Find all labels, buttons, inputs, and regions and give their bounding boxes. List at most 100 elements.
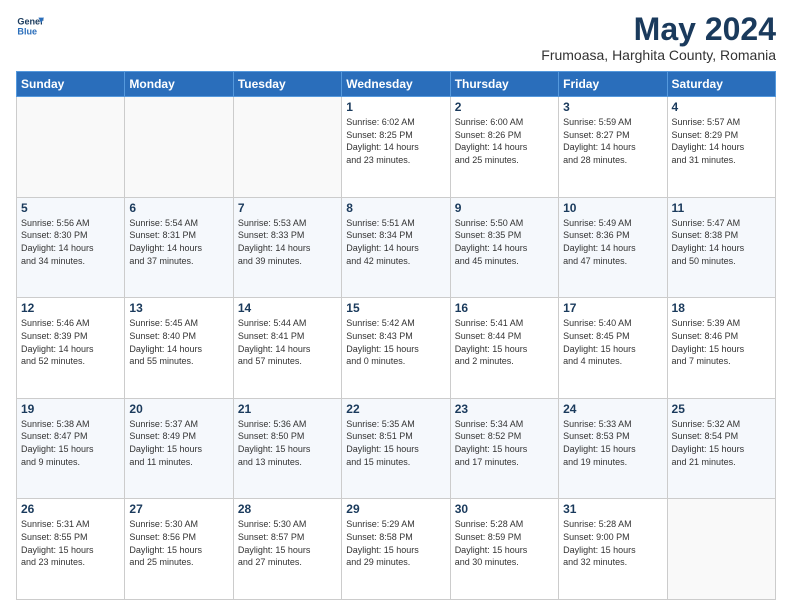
day-info: Sunrise: 6:00 AM Sunset: 8:26 PM Dayligh… <box>455 116 554 166</box>
calendar-cell-w2-d3: 7 Sunrise: 5:53 AM Sunset: 8:33 PM Daylig… <box>233 197 341 298</box>
day-number: 20 <box>129 402 228 416</box>
week-row-5: 26Sunrise: 5:31 AM Sunset: 8:55 PM Dayli… <box>17 499 776 600</box>
logo: General Blue General Blue <box>16 12 44 40</box>
calendar-cell-w4-d5: 23 Sunrise: 5:34 AM Sunset: 8:52 PM Dayli… <box>450 398 558 499</box>
calendar-cell-w2-d6: 10 Sunrise: 5:49 AM Sunset: 8:36 PM Dayli… <box>559 197 667 298</box>
calendar-cell-w1-d2 <box>125 97 233 198</box>
day-number: 15 <box>346 301 445 315</box>
day-number: 25 <box>672 402 771 416</box>
day-info: Sunrise: 5:31 AM Sunset: 8:55 PM Dayligh… <box>21 518 120 568</box>
day-number: 14 <box>238 301 337 315</box>
day-number: 31 <box>563 502 662 516</box>
title-block: May 2024 Frumoasa, Harghita County, Roma… <box>541 12 776 63</box>
day-info: Sunrise: 5:54 AM Sunset: 8:31 PM Dayligh… <box>129 217 228 267</box>
calendar-cell-w1-d3 <box>233 97 341 198</box>
day-number: 8 <box>346 201 445 215</box>
day-info: Sunrise: 5:42 AM Sunset: 8:43 PM Dayligh… <box>346 317 445 367</box>
day-info: Sunrise: 5:53 AM Sunset: 8:33 PM Dayligh… <box>238 217 337 267</box>
calendar-cell-w3-d1: 12Sunrise: 5:46 AM Sunset: 8:39 PM Dayli… <box>17 298 125 399</box>
day-info: Sunrise: 5:38 AM Sunset: 8:47 PM Dayligh… <box>21 418 120 468</box>
page: General Blue General Blue May 2024 Frumo… <box>0 0 792 612</box>
day-number: 12 <box>21 301 120 315</box>
calendar-cell-w4-d7: 25 Sunrise: 5:32 AM Sunset: 8:54 PM Dayli… <box>667 398 775 499</box>
day-info: Sunrise: 5:36 AM Sunset: 8:50 PM Dayligh… <box>238 418 337 468</box>
day-info: Sunrise: 5:32 AM Sunset: 8:54 PM Dayligh… <box>672 418 771 468</box>
calendar-cell-w2-d7: 11 Sunrise: 5:47 AM Sunset: 8:38 PM Dayli… <box>667 197 775 298</box>
day-number: 11 <box>672 201 771 215</box>
day-number: 30 <box>455 502 554 516</box>
day-info: Sunrise: 5:45 AM Sunset: 8:40 PM Dayligh… <box>129 317 228 367</box>
calendar-cell-w4-d6: 24Sunrise: 5:33 AM Sunset: 8:53 PM Dayli… <box>559 398 667 499</box>
day-info: Sunrise: 5:30 AM Sunset: 8:57 PM Dayligh… <box>238 518 337 568</box>
day-number: 23 <box>455 402 554 416</box>
day-number: 7 <box>238 201 337 215</box>
day-number: 24 <box>563 402 662 416</box>
day-info: Sunrise: 5:57 AM Sunset: 8:29 PM Dayligh… <box>672 116 771 166</box>
day-info: Sunrise: 5:59 AM Sunset: 8:27 PM Dayligh… <box>563 116 662 166</box>
day-info: Sunrise: 5:49 AM Sunset: 8:36 PM Dayligh… <box>563 217 662 267</box>
day-number: 22 <box>346 402 445 416</box>
calendar-cell-w5-d5: 30 Sunrise: 5:28 AM Sunset: 8:59 PM Dayli… <box>450 499 558 600</box>
day-number: 21 <box>238 402 337 416</box>
header-thursday: Thursday <box>450 72 558 97</box>
header-tuesday: Tuesday <box>233 72 341 97</box>
svg-text:Blue: Blue <box>17 26 37 36</box>
day-info: Sunrise: 5:35 AM Sunset: 8:51 PM Dayligh… <box>346 418 445 468</box>
header-monday: Monday <box>125 72 233 97</box>
day-number: 4 <box>672 100 771 114</box>
calendar-header-row: Sunday Monday Tuesday Wednesday Thursday… <box>17 72 776 97</box>
calendar-cell-w2-d4: 8 Sunrise: 5:51 AM Sunset: 8:34 PM Daylig… <box>342 197 450 298</box>
calendar-cell-w5-d7 <box>667 499 775 600</box>
day-info: Sunrise: 5:37 AM Sunset: 8:49 PM Dayligh… <box>129 418 228 468</box>
day-info: Sunrise: 6:02 AM Sunset: 8:25 PM Dayligh… <box>346 116 445 166</box>
day-info: Sunrise: 5:51 AM Sunset: 8:34 PM Dayligh… <box>346 217 445 267</box>
day-number: 17 <box>563 301 662 315</box>
subtitle: Frumoasa, Harghita County, Romania <box>541 47 776 63</box>
day-number: 9 <box>455 201 554 215</box>
day-info: Sunrise: 5:40 AM Sunset: 8:45 PM Dayligh… <box>563 317 662 367</box>
day-number: 3 <box>563 100 662 114</box>
day-info: Sunrise: 5:34 AM Sunset: 8:52 PM Dayligh… <box>455 418 554 468</box>
day-info: Sunrise: 5:41 AM Sunset: 8:44 PM Dayligh… <box>455 317 554 367</box>
day-info: Sunrise: 5:28 AM Sunset: 9:00 PM Dayligh… <box>563 518 662 568</box>
day-info: Sunrise: 5:56 AM Sunset: 8:30 PM Dayligh… <box>21 217 120 267</box>
day-number: 6 <box>129 201 228 215</box>
day-number: 10 <box>563 201 662 215</box>
calendar-cell-w3-d3: 14 Sunrise: 5:44 AM Sunset: 8:41 PM Dayli… <box>233 298 341 399</box>
day-info: Sunrise: 5:29 AM Sunset: 8:58 PM Dayligh… <box>346 518 445 568</box>
calendar-cell-w1-d6: 3 Sunrise: 5:59 AM Sunset: 8:27 PM Daylig… <box>559 97 667 198</box>
calendar-cell-w5-d3: 28 Sunrise: 5:30 AM Sunset: 8:57 PM Dayli… <box>233 499 341 600</box>
day-number: 28 <box>238 502 337 516</box>
calendar-cell-w5-d4: 29Sunrise: 5:29 AM Sunset: 8:58 PM Dayli… <box>342 499 450 600</box>
calendar-table: Sunday Monday Tuesday Wednesday Thursday… <box>16 71 776 600</box>
calendar-cell-w4-d4: 22 Sunrise: 5:35 AM Sunset: 8:51 PM Dayli… <box>342 398 450 499</box>
calendar-cell-w3-d4: 15 Sunrise: 5:42 AM Sunset: 8:43 PM Dayli… <box>342 298 450 399</box>
calendar-cell-w1-d7: 4 Sunrise: 5:57 AM Sunset: 8:29 PM Daylig… <box>667 97 775 198</box>
day-number: 27 <box>129 502 228 516</box>
day-number: 1 <box>346 100 445 114</box>
day-number: 2 <box>455 100 554 114</box>
day-number: 13 <box>129 301 228 315</box>
calendar-cell-w2-d2: 6 Sunrise: 5:54 AM Sunset: 8:31 PM Daylig… <box>125 197 233 298</box>
calendar-cell-w5-d1: 26Sunrise: 5:31 AM Sunset: 8:55 PM Dayli… <box>17 499 125 600</box>
calendar-cell-w3-d5: 16 Sunrise: 5:41 AM Sunset: 8:44 PM Dayli… <box>450 298 558 399</box>
calendar-cell-w3-d2: 13 Sunrise: 5:45 AM Sunset: 8:40 PM Dayli… <box>125 298 233 399</box>
header-friday: Friday <box>559 72 667 97</box>
day-info: Sunrise: 5:47 AM Sunset: 8:38 PM Dayligh… <box>672 217 771 267</box>
day-info: Sunrise: 5:50 AM Sunset: 8:35 PM Dayligh… <box>455 217 554 267</box>
day-info: Sunrise: 5:44 AM Sunset: 8:41 PM Dayligh… <box>238 317 337 367</box>
week-row-1: 1 Sunrise: 6:02 AM Sunset: 8:25 PM Daylig… <box>17 97 776 198</box>
header: General Blue General Blue May 2024 Frumo… <box>16 12 776 63</box>
calendar-cell-w4-d2: 20 Sunrise: 5:37 AM Sunset: 8:49 PM Dayli… <box>125 398 233 499</box>
day-number: 16 <box>455 301 554 315</box>
calendar-cell-w2-d1: 5Sunrise: 5:56 AM Sunset: 8:30 PM Daylig… <box>17 197 125 298</box>
calendar-cell-w4-d3: 21 Sunrise: 5:36 AM Sunset: 8:50 PM Dayli… <box>233 398 341 499</box>
calendar-cell-w5-d2: 27Sunrise: 5:30 AM Sunset: 8:56 PM Dayli… <box>125 499 233 600</box>
calendar-cell-w1-d1 <box>17 97 125 198</box>
day-number: 19 <box>21 402 120 416</box>
calendar-cell-w2-d5: 9 Sunrise: 5:50 AM Sunset: 8:35 PM Daylig… <box>450 197 558 298</box>
week-row-4: 19 Sunrise: 5:38 AM Sunset: 8:47 PM Dayli… <box>17 398 776 499</box>
day-info: Sunrise: 5:28 AM Sunset: 8:59 PM Dayligh… <box>455 518 554 568</box>
header-saturday: Saturday <box>667 72 775 97</box>
calendar-cell-w1-d5: 2 Sunrise: 6:00 AM Sunset: 8:26 PM Daylig… <box>450 97 558 198</box>
